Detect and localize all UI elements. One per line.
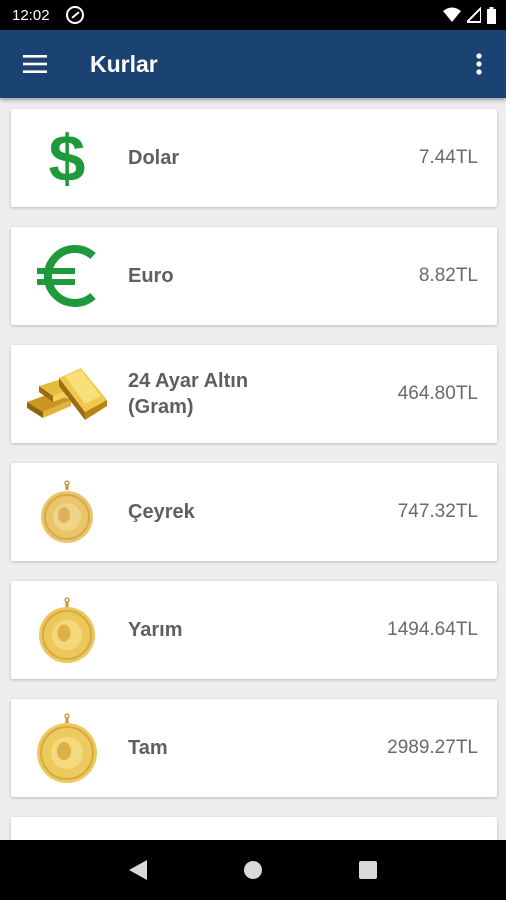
navigation-bar: [0, 840, 506, 900]
rate-name: Çeyrek: [128, 501, 195, 523]
rate-name: 24 Ayar Altın (Gram): [128, 370, 249, 418]
rate-name: Yarım: [128, 619, 183, 641]
page-title: Kurlar: [90, 50, 158, 77]
rate-card-dolar[interactable]: $ Dolar 7.44TL: [11, 109, 497, 207]
back-triangle-icon: [128, 860, 147, 880]
rate-card-gram-altin[interactable]: 24 Ayar Altın (Gram) 464.80TL: [11, 345, 497, 443]
wifi-icon: [443, 7, 461, 22]
rate-price: 1494.64TL: [387, 619, 478, 640]
recents-square-icon: [359, 861, 378, 879]
rate-price: 464.80TL: [397, 383, 478, 404]
rate-price: 747.32TL: [397, 501, 478, 522]
signal-icon: [467, 7, 481, 23]
gold-coin-icon: [11, 581, 123, 679]
status-time: 12:02: [12, 6, 50, 24]
gold-coin-icon: [11, 463, 123, 561]
home-circle-icon: [243, 861, 262, 879]
recents-button[interactable]: [348, 850, 388, 890]
gold-coin-icon: [11, 817, 123, 840]
rate-price: 2989.27TL: [387, 737, 478, 758]
rate-price: 8.82TL: [418, 265, 478, 286]
status-bar: 12:02: [0, 0, 506, 30]
status-right-icons: [443, 6, 496, 24]
hamburger-menu-button[interactable]: [0, 30, 70, 98]
app-bar: Kurlar: [0, 30, 506, 98]
rate-price: 7.44TL: [418, 147, 478, 168]
rate-card-partial[interactable]: [11, 817, 497, 840]
rate-name: Tam: [128, 737, 168, 759]
gold-coin-icon: [11, 699, 123, 797]
more-vert-icon: [476, 53, 482, 75]
rate-card-euro[interactable]: Euro 8.82TL: [11, 227, 497, 325]
rate-card-tam[interactable]: Tam 2989.27TL: [11, 699, 497, 797]
rate-name: Euro: [128, 265, 174, 287]
rate-card-yarim[interactable]: Yarım 1494.64TL: [11, 581, 497, 679]
euro-icon: [11, 227, 123, 325]
rate-card-ceyrek[interactable]: Çeyrek 747.32TL: [11, 463, 497, 561]
back-button[interactable]: [118, 850, 158, 890]
hamburger-icon: [23, 55, 47, 73]
rate-name: Dolar: [128, 147, 180, 169]
svg-text:$: $: [49, 125, 86, 191]
battery-icon: [487, 6, 496, 24]
do-not-disturb-icon: [65, 6, 84, 24]
gold-bars-icon: [11, 345, 123, 443]
overflow-menu-button[interactable]: [452, 30, 506, 98]
home-button[interactable]: [233, 850, 273, 890]
dollar-icon: $: [11, 109, 123, 207]
rates-list[interactable]: $ Dolar 7.44TL Euro 8.82TL 24 Ayar Altın…: [0, 98, 506, 840]
